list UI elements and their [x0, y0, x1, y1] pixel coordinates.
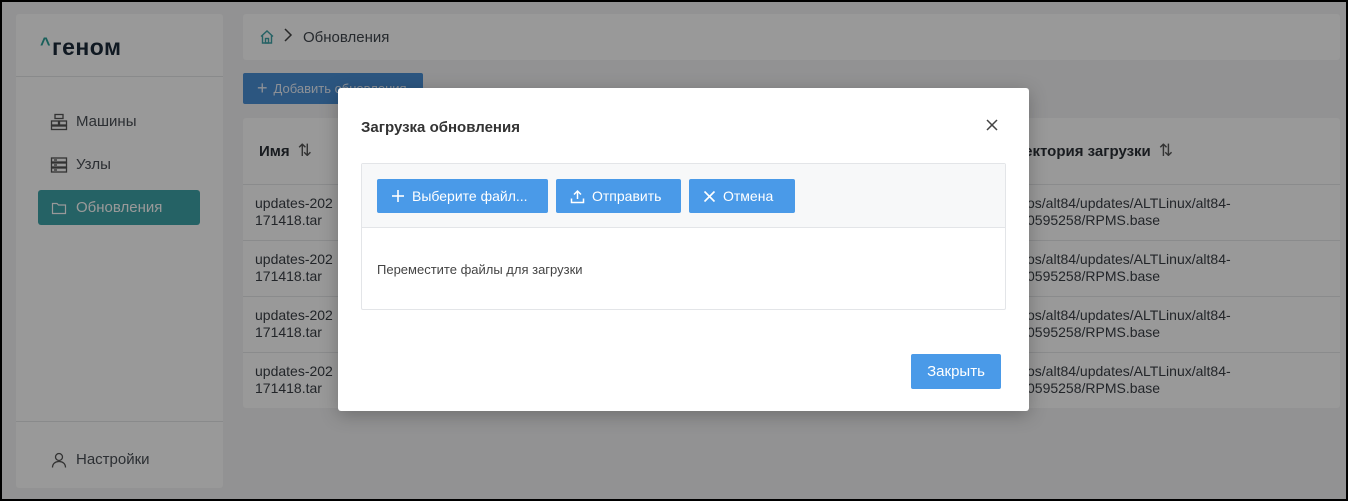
close-icon: [703, 190, 716, 203]
app-window: ^геном Машины Узлы Обновления Настройки …: [2, 2, 1346, 499]
choose-files-label: Выберите файл...: [412, 188, 528, 204]
plus-icon: [391, 189, 405, 203]
upload-icon: [570, 189, 585, 204]
cancel-upload-button[interactable]: Отмена: [689, 179, 795, 213]
file-upload: Выберите файл... Отправить Отмена Переме…: [361, 163, 1006, 310]
upload-dialog: Загрузка обновления Выберите файл... Отп…: [338, 88, 1029, 411]
cancel-label: Отмена: [723, 188, 774, 204]
choose-files-button[interactable]: Выберите файл...: [377, 179, 548, 213]
close-icon[interactable]: [981, 114, 1003, 136]
dialog-title: Загрузка обновления: [361, 119, 520, 136]
upload-button[interactable]: Отправить: [556, 179, 681, 213]
upload-toolbar: Выберите файл... Отправить Отмена: [362, 164, 1005, 228]
close-dialog-button[interactable]: Закрыть: [911, 354, 1001, 389]
drop-zone-text[interactable]: Переместите файлы для загрузки: [377, 262, 583, 277]
upload-label: Отправить: [592, 188, 662, 204]
